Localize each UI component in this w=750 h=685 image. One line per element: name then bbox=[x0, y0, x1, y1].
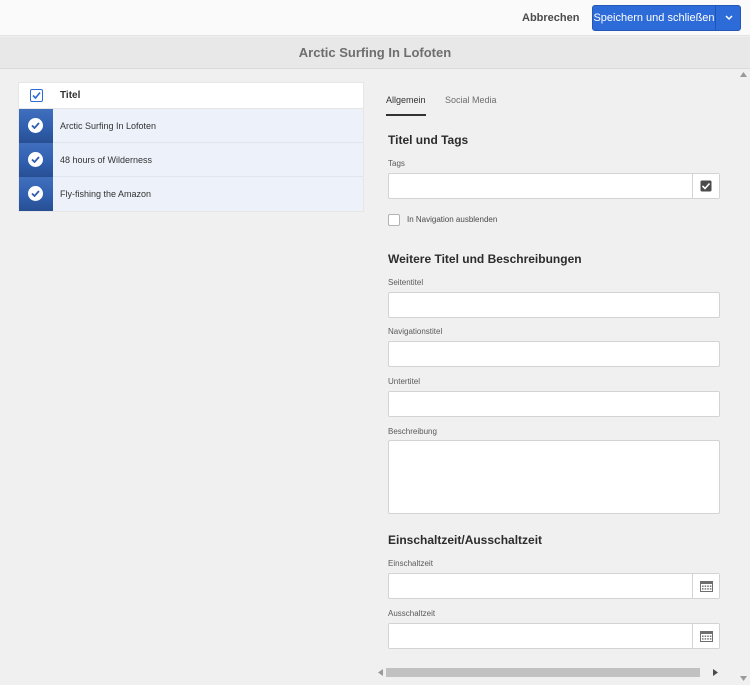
selected-check-icon[interactable] bbox=[28, 186, 43, 201]
selected-check-icon[interactable] bbox=[28, 152, 43, 167]
scroll-right-arrow-icon[interactable] bbox=[713, 669, 718, 676]
off-time-field[interactable] bbox=[388, 623, 720, 649]
tab-social-media[interactable]: Social Media bbox=[445, 90, 497, 116]
column-header-title: Titel bbox=[60, 90, 81, 101]
list-item[interactable]: Arctic Surfing In Lofoten bbox=[19, 109, 363, 143]
chevron-down-icon bbox=[725, 15, 733, 21]
save-button-group: Speichern und schließen bbox=[592, 5, 741, 31]
on-time-label: Einschaltzeit bbox=[388, 559, 433, 568]
navigation-title-field[interactable] bbox=[388, 341, 720, 367]
subtitle-field[interactable] bbox=[388, 391, 720, 417]
scrollbar-thumb[interactable] bbox=[386, 668, 700, 677]
section-title-more-titles: Weitere Titel und Beschreibungen bbox=[388, 252, 582, 266]
horizontal-scrollbar[interactable] bbox=[376, 667, 720, 678]
page-title-label: Seitentitel bbox=[388, 278, 424, 287]
selected-pages-list: Titel Arctic Surfing In Lofoten 48 hours… bbox=[18, 82, 364, 212]
tab-allgemein[interactable]: Allgemein bbox=[386, 90, 426, 116]
page-title-field[interactable] bbox=[388, 292, 720, 318]
on-time-calendar-button[interactable] bbox=[692, 574, 719, 598]
calendar-icon bbox=[700, 581, 713, 592]
list-item[interactable]: 48 hours of Wilderness bbox=[19, 143, 363, 177]
off-time-calendar-button[interactable] bbox=[692, 624, 719, 648]
list-item-label: Arctic Surfing In Lofoten bbox=[60, 121, 157, 131]
calendar-icon bbox=[700, 631, 713, 642]
save-options-dropdown[interactable] bbox=[715, 6, 741, 30]
subtitle-label: Untertitel bbox=[388, 377, 421, 386]
action-bar: Abbrechen Speichern und schließen bbox=[0, 0, 750, 36]
thumbnail bbox=[19, 109, 53, 143]
thumbnail bbox=[19, 177, 53, 211]
scroll-down-arrow-icon[interactable] bbox=[740, 676, 747, 681]
section-title-tags: Titel und Tags bbox=[388, 133, 469, 147]
checkbox-checked-icon bbox=[700, 180, 712, 192]
description-field[interactable] bbox=[388, 440, 720, 514]
tags-field[interactable] bbox=[388, 173, 720, 199]
cancel-button[interactable]: Abbrechen bbox=[514, 7, 587, 29]
list-item-label: Fly-fishing the Amazon bbox=[60, 189, 152, 199]
scroll-up-arrow-icon[interactable] bbox=[740, 72, 747, 77]
off-time-label: Ausschaltzeit bbox=[388, 609, 436, 618]
list-header: Titel bbox=[19, 83, 363, 109]
list-item[interactable]: Fly-fishing the Amazon bbox=[19, 177, 363, 211]
tags-label: Tags bbox=[388, 159, 405, 168]
checkbox-box[interactable] bbox=[388, 214, 400, 226]
selected-check-icon[interactable] bbox=[28, 118, 43, 133]
hide-in-navigation-label: In Navigation ausblenden bbox=[407, 215, 498, 224]
save-and-close-button[interactable]: Speichern und schließen bbox=[593, 6, 715, 30]
navigation-title-label: Navigationstitel bbox=[388, 327, 443, 336]
tag-picker-button[interactable] bbox=[692, 174, 719, 198]
section-title-on-off-time: Einschaltzeit/Ausschaltzeit bbox=[388, 533, 543, 547]
on-time-field[interactable] bbox=[388, 573, 720, 599]
thumbnail bbox=[19, 143, 53, 177]
description-label: Beschreibung bbox=[388, 427, 437, 436]
scroll-left-arrow-icon[interactable] bbox=[378, 669, 383, 676]
list-item-label: 48 hours of Wilderness bbox=[60, 155, 153, 165]
page-title: Arctic Surfing In Lofoten bbox=[0, 37, 750, 69]
select-all-checkbox[interactable] bbox=[30, 89, 43, 102]
checkmark-icon bbox=[32, 91, 41, 100]
